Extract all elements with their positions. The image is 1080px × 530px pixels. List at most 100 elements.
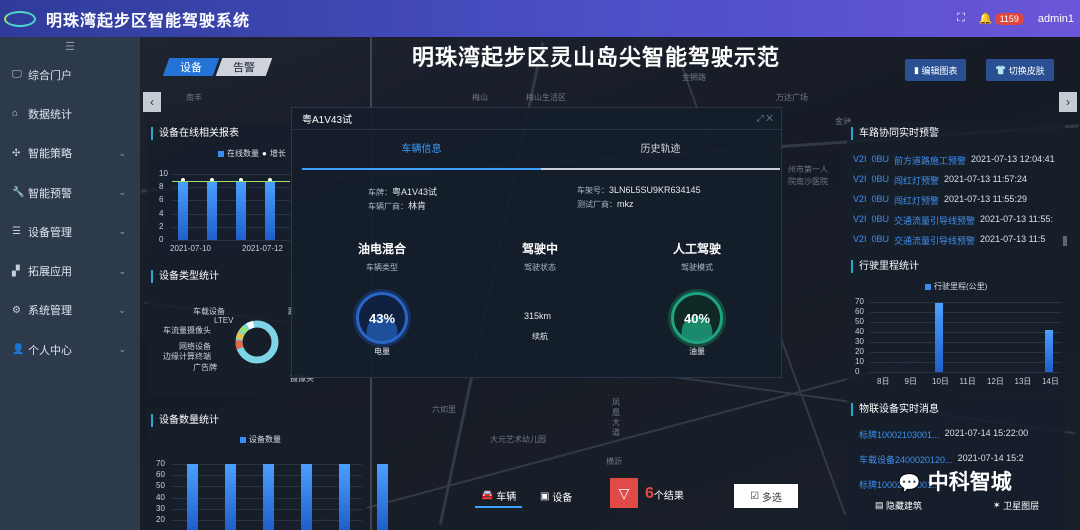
- warning-c: 交通流量引导线预警: [894, 216, 976, 226]
- y-tick-label: 70: [855, 297, 864, 306]
- multi-select-button[interactable]: ☑ 多选: [734, 484, 798, 508]
- chip-icon: ▣: [540, 490, 550, 502]
- scrollbar[interactable]: [1063, 236, 1067, 246]
- warning-time: 2021-07-13 12:04:41: [971, 154, 1055, 164]
- warning-c: 闯红灯预警: [894, 176, 940, 186]
- warning-b: 0BU: [871, 214, 890, 224]
- chevron-down-icon: ⌄: [118, 344, 126, 355]
- switch-skin-button[interactable]: 👕 切换皮肤: [986, 59, 1054, 81]
- y-tick-label: 70: [156, 459, 165, 468]
- chevron-down-icon: ⌄: [118, 304, 126, 315]
- notification-badge: 1159: [994, 13, 1024, 25]
- chevron-left-icon[interactable]: ‹: [143, 92, 161, 112]
- tab-devices[interactable]: 设备: [162, 58, 220, 76]
- gridline: [172, 240, 290, 241]
- x-tick-label: 11日: [959, 377, 976, 386]
- satellite-layer-toggle[interactable]: ✶ 卫星图层: [993, 499, 1039, 512]
- panel-title: 车路协同实时预警: [851, 127, 939, 140]
- fullscreen-icon[interactable]: ⛶: [957, 12, 965, 25]
- chevron-right-icon[interactable]: ›: [1059, 92, 1077, 112]
- edit-chart-button[interactable]: ▮ 编辑图表: [905, 59, 967, 81]
- bell-icon: 🔔: [978, 13, 993, 25]
- iot-time: 2021-07-14 15:22:00: [944, 428, 1029, 438]
- monitor-icon: 🖵: [12, 69, 22, 81]
- sidebar-item-6[interactable]: ⚙ 系统管理 ⌄: [0, 291, 140, 330]
- sidebar-item-7[interactable]: 👤 个人中心 ⌄: [0, 330, 140, 369]
- warning-time: 2021-07-13 11:55:29: [944, 194, 1027, 204]
- map-label: 州市第一人: [788, 165, 828, 174]
- hide-buildings-toggle[interactable]: ▤ 隐藏建筑: [875, 499, 922, 512]
- sidebar-item-0[interactable]: 🖵 综合门户: [0, 55, 140, 94]
- donut-label: 车流量摄像头: [163, 326, 211, 335]
- bar: [178, 180, 188, 240]
- satellite-icon: ✶: [993, 500, 1001, 510]
- map-label: 金狮路: [682, 73, 706, 82]
- y-tick-label: 50: [156, 481, 165, 491]
- tab-vehicle-info[interactable]: 车辆信息: [302, 140, 541, 170]
- vehicle-plate-title: 粤A1V43试: [302, 115, 353, 126]
- gridline: [870, 352, 1062, 353]
- user-icon: 👤: [12, 344, 25, 356]
- sidebar-item-4[interactable]: ☰ 设备管理 ⌄: [0, 212, 140, 251]
- tab-alarms[interactable]: 告警: [215, 58, 273, 76]
- driving-state-stat: 驾驶中 驾驶状态: [521, 242, 558, 272]
- gridline: [870, 372, 1062, 373]
- warning-a: V2I: [853, 234, 867, 244]
- map-label: 凤凰大道: [612, 398, 620, 437]
- y-tick-label: 40: [156, 492, 165, 502]
- y-tick-label: 10: [159, 169, 168, 178]
- legend: 设备数量: [240, 434, 281, 445]
- list-item[interactable]: V2I 0BU 交通流量引导线预警 2021-07-13 11:5: [853, 234, 1055, 254]
- x-tick-label: 2021-07-12: [242, 244, 283, 253]
- window-controls[interactable]: ⤢ ✕: [756, 113, 773, 124]
- app-title: 明珠湾起步区智能驾驶系统: [46, 10, 251, 30]
- warning-b: 0BU: [871, 174, 890, 184]
- warning-b: 0BU: [871, 154, 890, 164]
- range-label: 续航: [532, 332, 548, 341]
- sidebar-item-label: 智能预警: [28, 187, 72, 200]
- sidebar-item-3[interactable]: 🔧 智能预警 ⌄: [0, 173, 140, 212]
- bottom-tab-vehicles[interactable]: 🚘 车辆: [475, 484, 523, 508]
- notifications[interactable]: 🔔 1159: [979, 12, 1024, 25]
- x-tick-label: 10日: [932, 377, 949, 386]
- warning-time: 2021-07-13 11:5: [980, 234, 1046, 244]
- warning-a: V2I: [853, 174, 867, 184]
- bar: [377, 464, 388, 530]
- gridline: [172, 174, 290, 175]
- tiles-icon: ▞: [12, 265, 20, 277]
- sidebar-item-1[interactable]: ⌂ 数据统计: [0, 94, 140, 133]
- bar: [1044, 330, 1053, 372]
- sidebar-item-2[interactable]: ✣ 智能策略 ⌄: [0, 134, 140, 173]
- donut-label: 边缘计算终端: [163, 352, 211, 361]
- result-count: 6 个结果: [645, 485, 684, 502]
- bar: [263, 464, 274, 530]
- sidebar-item-label: 拓展应用: [28, 266, 72, 279]
- list-item[interactable]: 标牌10002103001... 2021-07-14 15:22:00: [859, 428, 1028, 453]
- warning-c: 闯红灯预警: [894, 196, 940, 206]
- x-tick-label: 14日: [1042, 377, 1059, 386]
- y-tick-label: 0: [159, 235, 164, 244]
- filter-icon: ▽: [618, 484, 630, 501]
- x-tick-label: 8日: [877, 377, 890, 386]
- list-item[interactable]: V2I 0BU 前方道路施工预警 2021-07-13 12:04:41: [853, 154, 1055, 174]
- sidebar-item-5[interactable]: ▞ 拓展应用 ⌄: [0, 251, 140, 290]
- bar: [339, 464, 350, 530]
- wechat-icon: 💬: [898, 473, 921, 494]
- y-tick-label: 4: [159, 208, 164, 218]
- list-item[interactable]: V2I 0BU 闯红灯预警 2021-07-13 11:57:24: [853, 174, 1055, 194]
- list-item[interactable]: V2I 0BU 闯红灯预警 2021-07-13 11:55:29: [853, 194, 1055, 214]
- donut-label: 广告牌: [193, 363, 217, 372]
- user-menu[interactable]: admin1: [1038, 13, 1074, 25]
- gridline: [870, 302, 1062, 303]
- hamburger-icon[interactable]: ☰: [0, 37, 140, 55]
- gridline: [870, 322, 1062, 323]
- y-tick-label: 50: [855, 317, 864, 326]
- gridline: [870, 312, 1062, 313]
- range-value: 315km: [524, 311, 552, 321]
- bottom-tab-devices[interactable]: ▣ 设备: [534, 484, 578, 508]
- y-tick-label: 30: [855, 337, 864, 346]
- list-item[interactable]: V2I 0BU 交通流量引导线预警 2021-07-13 11:55:: [853, 214, 1055, 234]
- tab-history-track[interactable]: 历史轨迹: [541, 140, 780, 170]
- filter-button[interactable]: ▽: [610, 478, 638, 508]
- sidebar-item-label: 数据统计: [28, 108, 72, 121]
